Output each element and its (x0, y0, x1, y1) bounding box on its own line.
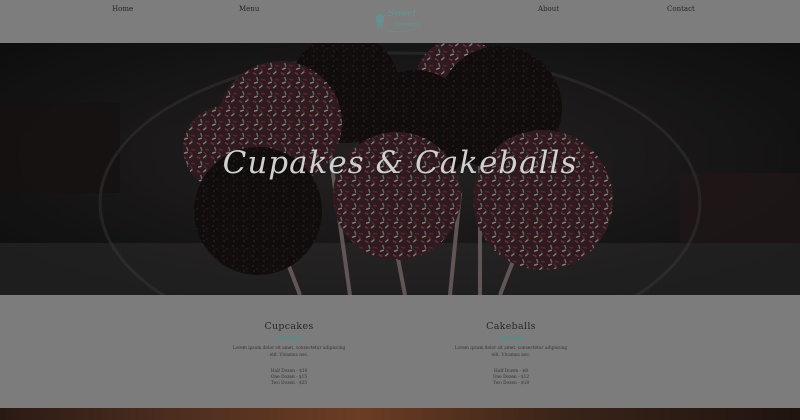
cupcakes-description: Lorem ipsum dolor sit amet, consectetur … (232, 346, 346, 358)
cakeballs-card: Cakeballs Lorem ipsum dolor sit amet, co… (426, 321, 596, 387)
nav-about-link[interactable]: About (538, 5, 559, 13)
cakeballs-divider (499, 338, 523, 339)
products-section: Cupcakes Lorem ipsum dolor sit amet, con… (0, 295, 800, 408)
cakeballs-description: Lorem ipsum dolor sit amet, consectetur … (454, 346, 568, 358)
cakeballs-price-list: Half Dozen - $8 One Dozen - $12 Two Doze… (426, 369, 596, 388)
next-section-image (0, 408, 800, 420)
price-item: Two Dozen - $25 (270, 381, 308, 386)
cupcakes-heading: Cupcakes (264, 321, 314, 332)
hero-title: Cupakes & Cakeballs (222, 145, 578, 181)
nav-contact-link[interactable]: Contact (667, 5, 695, 13)
cupcakes-price-list: Half Dozen - $10 One Dozen - $15 Two Doz… (204, 369, 374, 388)
top-nav: Home Menu Sweet Moments About Contact (0, 0, 800, 43)
logo-subtext: Moments (394, 22, 420, 28)
cakeballs-heading: Cakeballs (486, 321, 536, 332)
cupcakes-divider (277, 338, 301, 339)
price-item: Two Dozen - $18 (492, 381, 530, 386)
cupcakes-card: Cupcakes Lorem ipsum dolor sit amet, con… (204, 321, 374, 387)
nav-home-link[interactable]: Home (112, 5, 133, 13)
nav-menu-link[interactable]: Menu (239, 5, 259, 13)
logo-text: Sweet (388, 9, 417, 19)
brand-logo[interactable]: Sweet Moments (372, 6, 428, 36)
hero-banner: Cupakes & Cakeballs (0, 43, 800, 295)
